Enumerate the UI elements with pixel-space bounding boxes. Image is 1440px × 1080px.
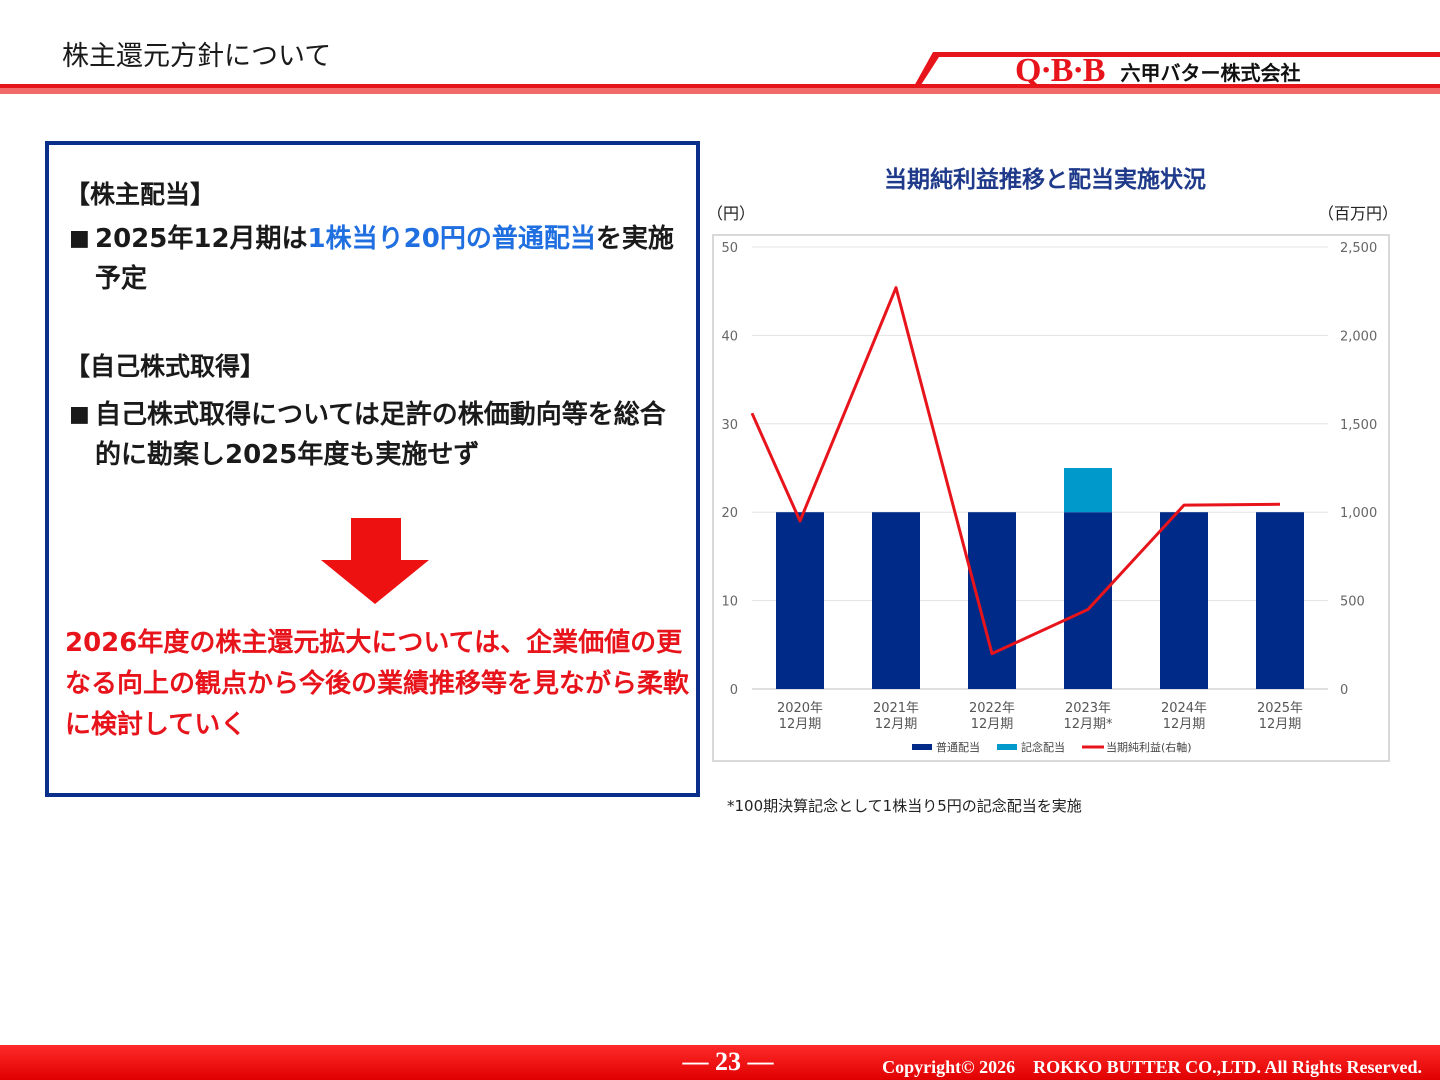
y-tick-label-left: 0	[730, 683, 738, 698]
legend-swatch	[997, 744, 1017, 750]
dividend-profit-chart: 0 0 10 500 20 1,000 30 1,500 40 2,000 50 2,500 2020年…	[721, 241, 1377, 754]
copyright: Copyright© 2026 ROKKO BUTTER CO.,LTD. Al…	[882, 1057, 1422, 1077]
x-tick-label-period: 12月期	[1163, 717, 1206, 732]
y-tick-label-right: 2,000	[1340, 329, 1377, 344]
x-tick-label-period: 12月期	[875, 717, 918, 732]
y-tick-label-right: 500	[1340, 595, 1365, 610]
y-tick-label-left: 20	[721, 506, 738, 521]
x-tick-label-year: 2022年	[969, 701, 1015, 716]
bar-regular-dividend	[1160, 512, 1208, 689]
bar-regular-dividend	[872, 512, 920, 689]
chart-footnote: *100期決算記念として1株当り5円の記念配当を実施	[727, 797, 1082, 815]
x-tick-label-year: 2024年	[1161, 701, 1207, 716]
y-tick-label-left: 50	[721, 241, 738, 256]
y-tick-label-right: 0	[1340, 683, 1348, 698]
y-tick-label-left: 40	[721, 329, 738, 344]
x-tick-label-year: 2021年	[873, 701, 919, 716]
y-tick-label-right: 1,000	[1340, 506, 1377, 521]
y-tick-label-left: 30	[721, 418, 738, 433]
y-tick-label-right: 2,500	[1340, 241, 1377, 256]
legend-label: 記念配当	[1021, 740, 1065, 754]
legend-swatch	[912, 744, 932, 750]
legend-label: 普通配当	[936, 740, 980, 754]
y-tick-label-right: 1,500	[1340, 418, 1377, 433]
bar-regular-dividend	[968, 512, 1016, 689]
x-tick-label-year: 2023年	[1065, 701, 1111, 716]
page-number: ― 23 ―	[682, 1047, 774, 1076]
legend-label: 当期純利益(右軸)	[1106, 740, 1192, 754]
x-tick-label-period: 12月期*	[1063, 717, 1113, 732]
y-tick-label-left: 10	[721, 595, 738, 610]
x-tick-label-year: 2020年	[777, 701, 823, 716]
x-tick-label-period: 12月期	[971, 717, 1014, 732]
bar-commemorative-dividend	[1064, 468, 1112, 513]
bar-regular-dividend	[1256, 512, 1304, 689]
x-tick-label-year: 2025年	[1257, 701, 1303, 716]
bar-regular-dividend	[1064, 512, 1112, 689]
x-tick-label-period: 12月期	[1259, 717, 1302, 732]
x-tick-label-period: 12月期	[779, 717, 822, 732]
bar-regular-dividend	[776, 512, 824, 689]
